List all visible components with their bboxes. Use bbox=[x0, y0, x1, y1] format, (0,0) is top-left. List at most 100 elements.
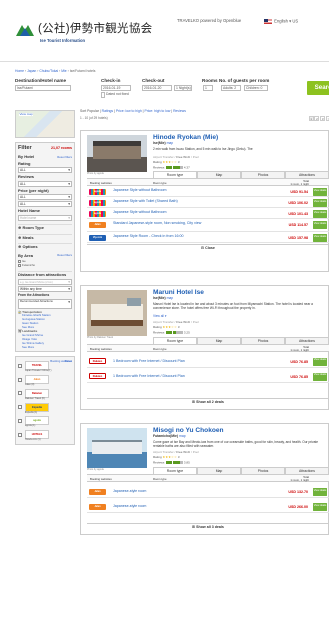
tab-photos[interactable]: Photos bbox=[241, 337, 285, 344]
tab-attractions[interactable]: Attractions bbox=[285, 337, 329, 344]
sort-reviews[interactable]: Reviews bbox=[173, 109, 186, 113]
breadcrumb-prefecture[interactable]: Mie bbox=[61, 69, 66, 73]
amenities: Airport Transfer / Free Wi-Fi / Pool bbox=[153, 320, 199, 324]
hotel-name-input[interactable]: Hotel name bbox=[18, 214, 72, 221]
site-caption: Japan Traveler Online(T) bbox=[25, 369, 52, 373]
room-link[interactable]: Japanese Style Room - Check in from 16:0… bbox=[113, 234, 273, 239]
tab-room-type[interactable]: Room type bbox=[153, 337, 197, 344]
results-summary: 1 - 10 (of 29 hotels) bbox=[80, 115, 108, 120]
area-ise-checkbox[interactable] bbox=[18, 260, 21, 264]
map-link[interactable]: map bbox=[167, 141, 174, 145]
room-link[interactable]: Japanese-style room bbox=[113, 504, 273, 509]
view-deals-button[interactable]: View deals bbox=[313, 210, 327, 218]
see-more-link[interactable]: See More bbox=[22, 345, 34, 349]
view-deals-button[interactable]: View deals bbox=[313, 357, 327, 366]
view-map-link[interactable]: View map bbox=[19, 112, 34, 117]
sort-price-asc[interactable]: Price: low to high bbox=[116, 109, 142, 113]
tab-attractions[interactable]: Attractions bbox=[285, 467, 329, 474]
view-deals-button[interactable]: View deals bbox=[313, 221, 327, 229]
tab-photos[interactable]: Photos bbox=[241, 467, 285, 474]
site-checkbox[interactable] bbox=[18, 391, 22, 396]
rating-select[interactable]: ALL bbox=[18, 167, 72, 174]
hotel-photo[interactable] bbox=[87, 135, 147, 172]
currency-label[interactable]: US bbox=[292, 19, 298, 24]
show-all-deals-button[interactable]: ⊞ Show all 2 deals bbox=[87, 398, 329, 405]
sidebar-map[interactable]: View map bbox=[15, 110, 75, 138]
price-min-select[interactable]: ALL bbox=[18, 194, 72, 201]
page-link[interactable]: 2 bbox=[314, 115, 320, 121]
within-select[interactable]: Within any time bbox=[18, 285, 72, 292]
view-deals-button[interactable]: View deals bbox=[313, 199, 327, 207]
room-link[interactable]: Japanese Style without Bathroom bbox=[113, 210, 273, 215]
room-link[interactable]: Japanese Style without Bathroom bbox=[113, 188, 273, 193]
recommended-select[interactable]: Recommended Attractions bbox=[18, 298, 72, 309]
breadcrumb-region[interactable]: Chubu/Tokai bbox=[39, 69, 58, 73]
distance-input[interactable]: e.g. Ise Grand Shrine (2 km) bbox=[18, 278, 72, 285]
sort-ratings[interactable]: Ratings bbox=[102, 109, 114, 113]
site-checkbox[interactable] bbox=[18, 432, 22, 437]
review-score: 3.25 bbox=[183, 330, 190, 335]
view-deals-button[interactable]: View deals bbox=[313, 372, 327, 381]
reset-filters-link[interactable]: Reset filters bbox=[57, 155, 72, 159]
price-max-select[interactable]: ALL bbox=[18, 201, 72, 208]
hotel-photo[interactable] bbox=[87, 290, 147, 336]
search-button[interactable]: Search bbox=[307, 81, 329, 95]
booking-reset-link[interactable]: Reset bbox=[65, 360, 72, 363]
room-type-toggle[interactable]: ⊕ Room Type bbox=[18, 223, 72, 231]
view-deals-button[interactable]: View deals bbox=[313, 188, 327, 196]
tab-room-type[interactable]: Room type bbox=[153, 467, 197, 474]
destination-input[interactable]: Ise/Futami bbox=[15, 85, 71, 91]
site-checkbox[interactable] bbox=[18, 405, 22, 410]
room-link[interactable]: 1 Bedroom with Free Internet / Discount … bbox=[113, 359, 273, 364]
logo-title[interactable]: (公社)伊勢市観光協会 bbox=[38, 23, 152, 36]
nights-select[interactable]: 1 Night(s) bbox=[174, 85, 192, 91]
rate-row: Jalan Japanese-style room USD 132.70 View d… bbox=[87, 486, 329, 498]
room-link[interactable]: Standard Japanese-style room, Non smokin… bbox=[113, 221, 273, 226]
tab-map[interactable]: Map bbox=[197, 467, 241, 474]
breadcrumb-current: Ise/Futami hotels bbox=[69, 69, 96, 73]
tab-map[interactable]: Map bbox=[197, 171, 241, 178]
page-link[interactable]: 1 bbox=[308, 115, 314, 121]
room-link[interactable]: 1 Bedroom with Free Internet / Discount … bbox=[113, 374, 273, 379]
hotel-photo[interactable] bbox=[87, 428, 147, 468]
tab-attractions[interactable]: Attractions bbox=[285, 171, 329, 178]
view-deals-button[interactable]: View deals bbox=[313, 234, 327, 242]
page-link[interactable]: 3 bbox=[320, 115, 326, 121]
area-reset-link[interactable]: Reset filters bbox=[57, 254, 72, 257]
language-select[interactable]: English ▾ US bbox=[264, 19, 298, 24]
tab-room-type[interactable]: Room type bbox=[153, 171, 197, 178]
see-more-link[interactable]: See More bbox=[22, 325, 34, 329]
reviews-select[interactable]: ALL bbox=[18, 180, 72, 187]
breadcrumb-home[interactable]: Home bbox=[15, 69, 24, 73]
room-link[interactable]: Japanese-style room bbox=[113, 489, 273, 494]
map-link[interactable]: map bbox=[179, 434, 186, 438]
partner-text: TRAVELKO powered by Openblue bbox=[177, 18, 242, 23]
area-futami-checkbox[interactable] bbox=[18, 264, 21, 268]
breadcrumb-japan[interactable]: Japan bbox=[27, 69, 36, 73]
room-link[interactable]: Japanese Style with Toilet (Shared Bath) bbox=[113, 199, 273, 204]
tab-photos[interactable]: Photos bbox=[241, 171, 285, 178]
map-link[interactable]: map bbox=[167, 296, 174, 300]
rating-row: Rating ★★★☆☆ 3 bbox=[153, 160, 180, 164]
meals-toggle[interactable]: ⊕ Meals bbox=[18, 233, 72, 241]
close-deals-button[interactable]: ⊟ Close bbox=[87, 244, 329, 251]
tab-map[interactable]: Map bbox=[197, 337, 241, 344]
reviews-row: Reviews 3.85 bbox=[153, 460, 190, 465]
site-checkbox[interactable] bbox=[18, 363, 22, 368]
options-toggle[interactable]: ⊕ Options bbox=[18, 243, 72, 250]
site-checkbox[interactable] bbox=[18, 418, 22, 423]
show-all-deals-button[interactable]: ⊞ Show all 3 deals bbox=[87, 523, 329, 530]
rooms-select[interactable]: 1 bbox=[203, 85, 213, 91]
view-all-link[interactable]: View all ▾ bbox=[153, 314, 166, 319]
amenities: Airport Transfer / Free Wi-Fi / Pool bbox=[153, 155, 199, 159]
date-not-fixed-checkbox[interactable] bbox=[101, 92, 105, 98]
rating-stars: ★★★☆☆ bbox=[162, 325, 177, 329]
view-deals-button[interactable]: View deals bbox=[313, 503, 327, 511]
checkout-input[interactable]: 2016-01-20 bbox=[142, 85, 172, 91]
sort-price-desc[interactable]: Price: high to low bbox=[144, 109, 170, 113]
checkin-input[interactable]: 2016-01-19 bbox=[101, 85, 131, 91]
site-checkbox[interactable] bbox=[18, 377, 22, 382]
adults-select[interactable]: Adults: 2 bbox=[221, 85, 241, 91]
children-select[interactable]: Children: 0 bbox=[244, 85, 268, 91]
view-deals-button[interactable]: View deals bbox=[313, 488, 327, 496]
